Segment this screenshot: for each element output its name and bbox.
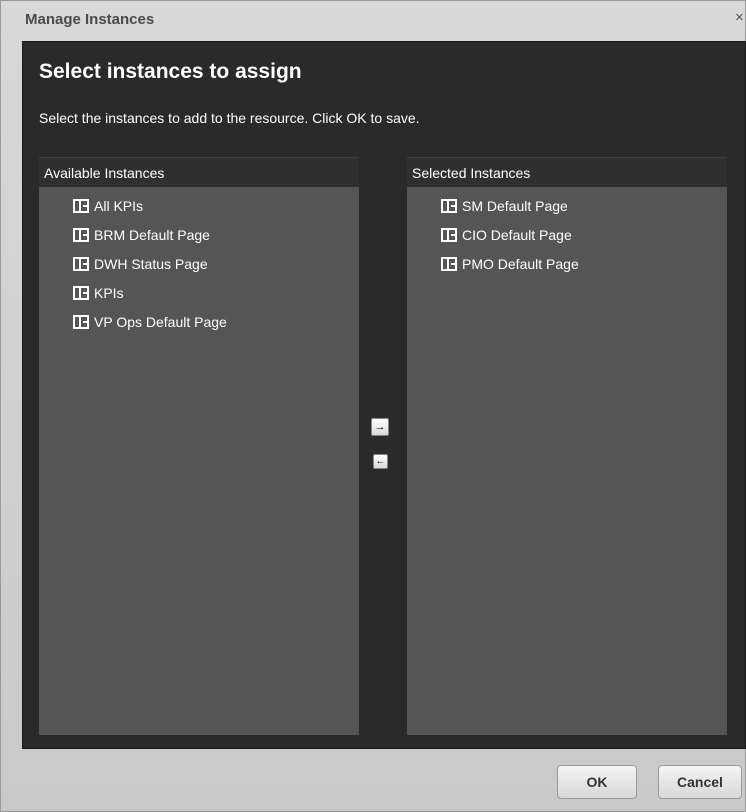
selected-instances-header: Selected Instances bbox=[407, 157, 727, 187]
close-icon[interactable]: × bbox=[735, 10, 746, 26]
list-item-label: CIO Default Page bbox=[462, 226, 572, 243]
selected-items: SM Default Page CIO Default Page PMO Def… bbox=[407, 187, 727, 278]
list-item-label: PMO Default Page bbox=[462, 255, 579, 272]
cancel-button[interactable]: Cancel bbox=[658, 765, 742, 799]
list-item[interactable]: KPIs bbox=[73, 278, 359, 307]
ok-button[interactable]: OK bbox=[557, 765, 637, 799]
list-item-label: All KPIs bbox=[94, 197, 144, 214]
content-panel: Select instances to assign Select the in… bbox=[22, 41, 746, 749]
list-item-label: DWH Status Page bbox=[94, 255, 208, 272]
page-layout-icon bbox=[441, 198, 457, 213]
add-to-selected-button[interactable]: → bbox=[371, 418, 389, 436]
page-layout-icon bbox=[441, 227, 457, 242]
instruction-text: Select the instances to add to the resou… bbox=[39, 110, 420, 126]
page-layout-icon bbox=[73, 285, 89, 300]
page-layout-icon bbox=[73, 314, 89, 329]
selected-instances-list[interactable]: Selected Instances SM Default Page CIO D… bbox=[407, 157, 727, 735]
remove-from-selected-button[interactable]: ← bbox=[373, 454, 388, 469]
list-item-label: VP Ops Default Page bbox=[94, 313, 227, 330]
manage-instances-dialog: Manage Instances × Select instances to a… bbox=[0, 0, 746, 812]
page-layout-icon bbox=[73, 227, 89, 242]
available-items: All KPIs BRM Default Page DWH Status Pag… bbox=[39, 187, 359, 336]
list-item-label: KPIs bbox=[94, 284, 124, 301]
list-item[interactable]: SM Default Page bbox=[441, 191, 727, 220]
available-instances-list[interactable]: Available Instances All KPIs BRM Default… bbox=[39, 157, 359, 735]
list-item[interactable]: BRM Default Page bbox=[73, 220, 359, 249]
page-layout-icon bbox=[73, 256, 89, 271]
dialog-titlebar: Manage Instances × bbox=[1, 1, 746, 37]
list-item-label: SM Default Page bbox=[462, 197, 568, 214]
list-item-label: BRM Default Page bbox=[94, 226, 210, 243]
list-item[interactable]: PMO Default Page bbox=[441, 249, 727, 278]
page-title: Select instances to assign bbox=[39, 60, 302, 83]
list-item[interactable]: DWH Status Page bbox=[73, 249, 359, 278]
list-item[interactable]: CIO Default Page bbox=[441, 220, 727, 249]
list-item[interactable]: VP Ops Default Page bbox=[73, 307, 359, 336]
dialog-title: Manage Instances bbox=[25, 11, 155, 28]
page-layout-icon bbox=[441, 256, 457, 271]
page-layout-icon bbox=[73, 198, 89, 213]
available-instances-header: Available Instances bbox=[39, 157, 359, 187]
list-item[interactable]: All KPIs bbox=[73, 191, 359, 220]
